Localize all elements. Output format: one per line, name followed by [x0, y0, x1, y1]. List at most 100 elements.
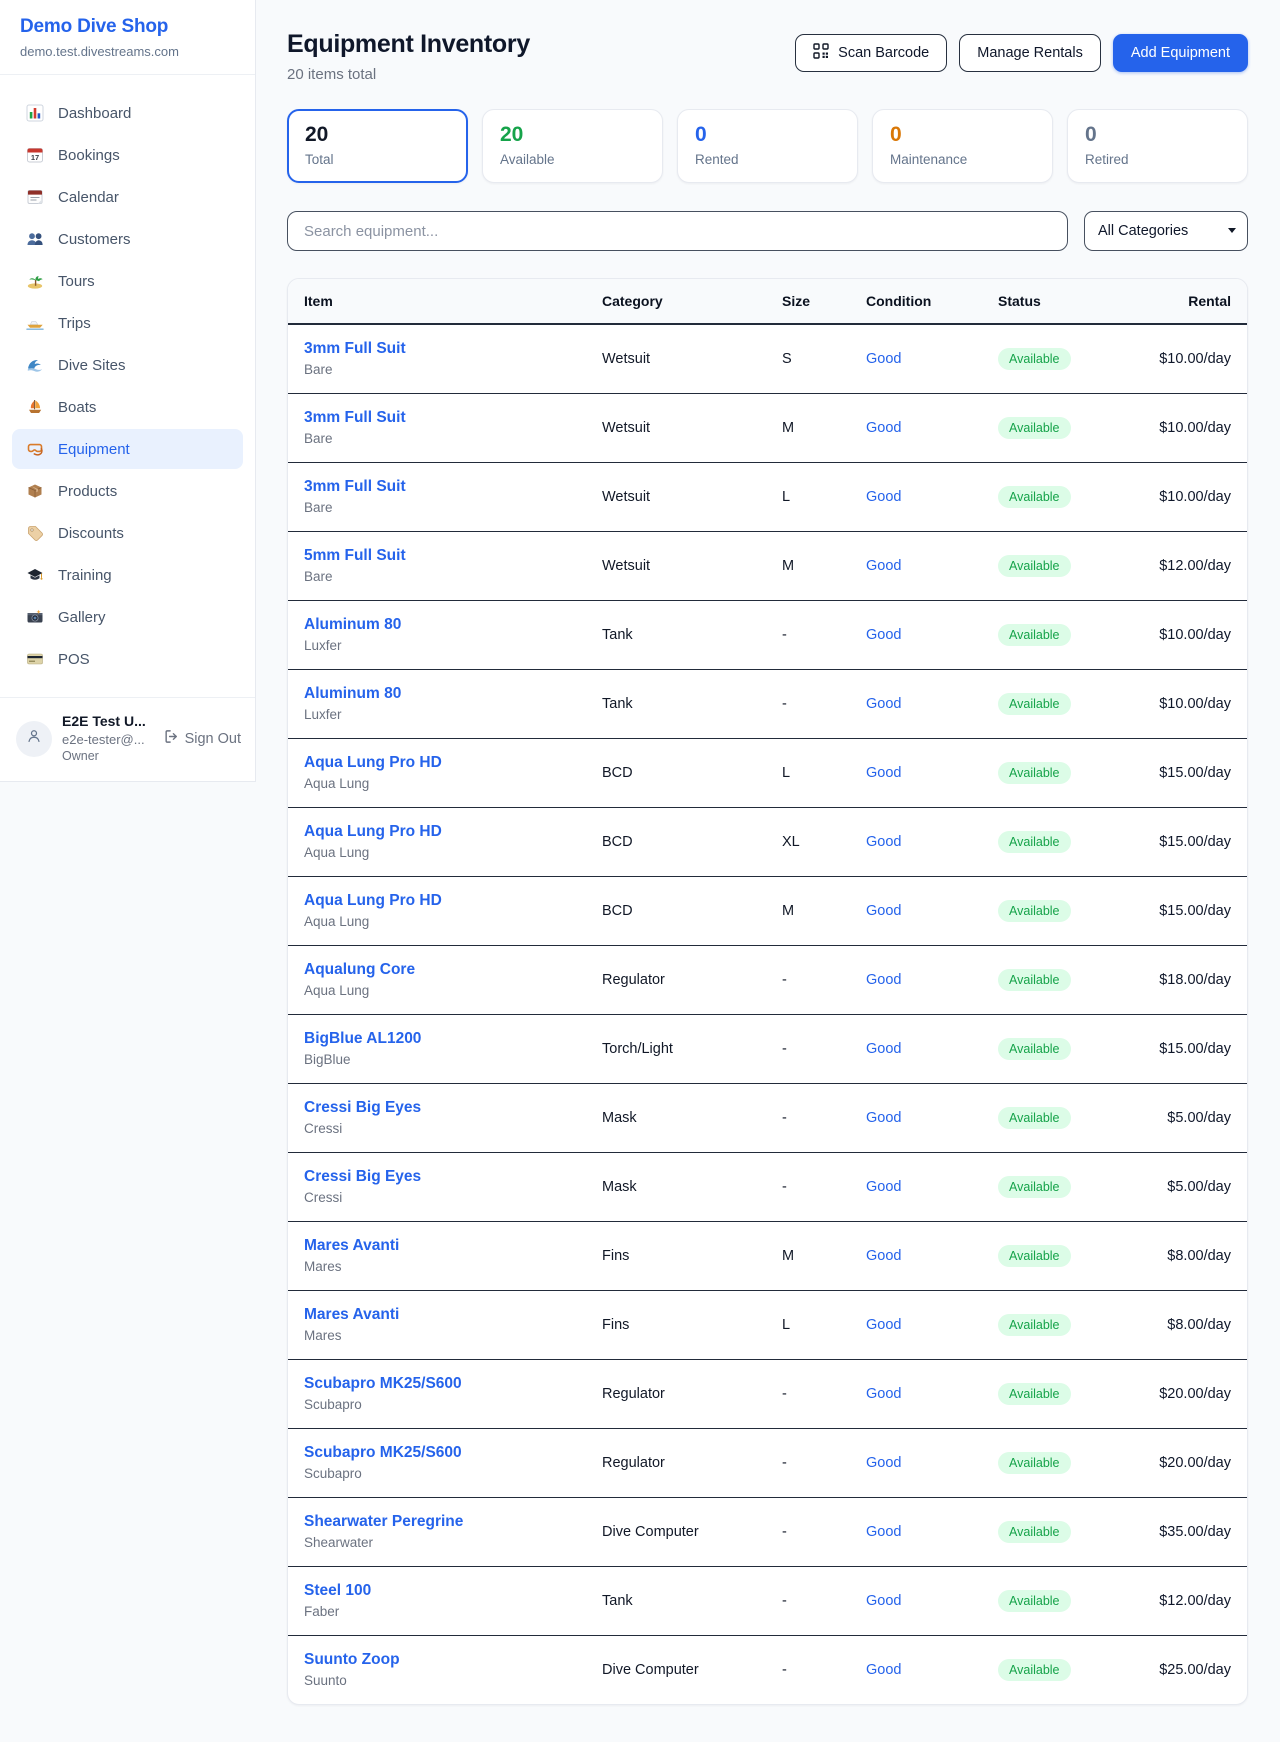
status-badge: Available — [998, 1590, 1071, 1612]
item-cell: Suunto ZoopSuunto — [288, 1635, 586, 1704]
sidebar-item-calendar[interactable]: Calendar — [12, 177, 243, 217]
sidebar-item-label: Boats — [58, 399, 96, 416]
condition-cell: Good — [850, 1014, 982, 1083]
condition-link[interactable]: Good — [866, 696, 901, 712]
item-name-link[interactable]: Aluminum 80 — [304, 616, 570, 634]
add-equipment-button[interactable]: Add Equipment — [1113, 34, 1248, 72]
rental-cell: $15.00/day — [1132, 807, 1247, 876]
tag-icon — [26, 524, 44, 542]
status-cell: Available — [982, 1221, 1132, 1290]
qr-scan-icon — [813, 43, 829, 63]
condition-link[interactable]: Good — [866, 765, 901, 781]
status-badge: Available — [998, 1521, 1071, 1543]
sidebar-item-customers[interactable]: Customers — [12, 219, 243, 259]
condition-link[interactable]: Good — [866, 1110, 901, 1126]
condition-link[interactable]: Good — [866, 1662, 901, 1678]
column-header-item: Item — [288, 279, 586, 324]
item-name-link[interactable]: Steel 100 — [304, 1582, 570, 1600]
table-row: Aqua Lung Pro HDAqua LungBCDLGoodAvailab… — [288, 738, 1247, 807]
item-name-link[interactable]: 5mm Full Suit — [304, 547, 570, 565]
sidebar-item-trips[interactable]: Trips — [12, 303, 243, 343]
item-name-link[interactable]: BigBlue AL1200 — [304, 1030, 570, 1048]
item-brand: Mares — [304, 1259, 570, 1274]
sidebar-item-bookings[interactable]: 17Bookings — [12, 135, 243, 175]
item-name-link[interactable]: Aluminum 80 — [304, 685, 570, 703]
item-name-link[interactable]: Aqualung Core — [304, 961, 570, 979]
condition-link[interactable]: Good — [866, 489, 901, 505]
condition-link[interactable]: Good — [866, 351, 901, 367]
item-name-link[interactable]: 3mm Full Suit — [304, 478, 570, 496]
item-name-link[interactable]: Aqua Lung Pro HD — [304, 892, 570, 910]
motorboat-icon — [26, 314, 44, 332]
manage-rentals-button[interactable]: Manage Rentals — [959, 34, 1101, 72]
condition-link[interactable]: Good — [866, 1248, 901, 1264]
condition-link[interactable]: Good — [866, 834, 901, 850]
item-name-link[interactable]: Mares Avanti — [304, 1237, 570, 1255]
condition-link[interactable]: Good — [866, 1386, 901, 1402]
condition-link[interactable]: Good — [866, 420, 901, 436]
sidebar-item-gallery[interactable]: Gallery — [12, 597, 243, 637]
condition-link[interactable]: Good — [866, 972, 901, 988]
rental-cell: $12.00/day — [1132, 531, 1247, 600]
item-name-link[interactable]: Mares Avanti — [304, 1306, 570, 1324]
sidebar-item-label: Trips — [58, 315, 91, 332]
table-row: Aqualung CoreAqua LungRegulator-GoodAvai… — [288, 945, 1247, 1014]
stat-card-total[interactable]: 20Total — [287, 109, 468, 183]
item-cell: Shearwater PeregrineShearwater — [288, 1497, 586, 1566]
condition-link[interactable]: Good — [866, 1041, 901, 1057]
sidebar-item-products[interactable]: Products — [12, 471, 243, 511]
rental-cell: $10.00/day — [1132, 462, 1247, 531]
item-name-link[interactable]: Cressi Big Eyes — [304, 1099, 570, 1117]
sidebar: Demo Dive Shop demo.test.divestreams.com… — [0, 0, 256, 782]
size-cell: XL — [766, 807, 850, 876]
sidebar-item-dive-sites[interactable]: Dive Sites — [12, 345, 243, 385]
sidebar-item-training[interactable]: Training — [12, 555, 243, 595]
item-name-link[interactable]: Scubapro MK25/S600 — [304, 1444, 570, 1462]
item-name-link[interactable]: Aqua Lung Pro HD — [304, 823, 570, 841]
scan-barcode-button[interactable]: Scan Barcode — [795, 34, 947, 72]
item-name-link[interactable]: 3mm Full Suit — [304, 340, 570, 358]
page: Demo Dive Shop demo.test.divestreams.com… — [0, 0, 1280, 1742]
sidebar-item-label: Bookings — [58, 147, 120, 164]
size-cell: - — [766, 1083, 850, 1152]
rental-cell: $15.00/day — [1132, 738, 1247, 807]
rental-cell: $10.00/day — [1132, 669, 1247, 738]
item-name-link[interactable]: Cressi Big Eyes — [304, 1168, 570, 1186]
sidebar-item-boats[interactable]: Boats — [12, 387, 243, 427]
condition-cell: Good — [850, 807, 982, 876]
item-brand: Scubapro — [304, 1466, 570, 1481]
condition-link[interactable]: Good — [866, 1455, 901, 1471]
item-name-link[interactable]: Scubapro MK25/S600 — [304, 1375, 570, 1393]
condition-link[interactable]: Good — [866, 1524, 901, 1540]
condition-link[interactable]: Good — [866, 903, 901, 919]
stat-card-retired[interactable]: 0Retired — [1067, 109, 1248, 183]
category-filter-select[interactable]: All Categories — [1084, 211, 1248, 251]
item-name-link[interactable]: Suunto Zoop — [304, 1651, 570, 1669]
sidebar-item-dashboard[interactable]: Dashboard — [12, 93, 243, 133]
condition-link[interactable]: Good — [866, 558, 901, 574]
header-actions: Scan Barcode Manage Rentals Add Equipmen… — [795, 34, 1248, 72]
search-input[interactable] — [287, 211, 1068, 251]
island-icon — [26, 272, 44, 290]
item-brand: Luxfer — [304, 707, 570, 722]
item-cell: Cressi Big EyesCressi — [288, 1152, 586, 1221]
sidebar-item-pos[interactable]: POS — [12, 639, 243, 679]
sidebar-item-discounts[interactable]: Discounts — [12, 513, 243, 553]
item-name-link[interactable]: Shearwater Peregrine — [304, 1513, 570, 1531]
item-cell: 5mm Full SuitBare — [288, 531, 586, 600]
stat-card-rented[interactable]: 0Rented — [677, 109, 858, 183]
condition-link[interactable]: Good — [866, 1317, 901, 1333]
condition-link[interactable]: Good — [866, 1593, 901, 1609]
item-name-link[interactable]: 3mm Full Suit — [304, 409, 570, 427]
condition-cell: Good — [850, 669, 982, 738]
stat-card-maintenance[interactable]: 0Maintenance — [872, 109, 1053, 183]
condition-link[interactable]: Good — [866, 627, 901, 643]
stats-cards: 20Total20Available0Rented0Maintenance0Re… — [287, 109, 1248, 183]
sign-out-button[interactable]: Sign Out — [164, 729, 241, 748]
stat-card-available[interactable]: 20Available — [482, 109, 663, 183]
condition-link[interactable]: Good — [866, 1179, 901, 1195]
sidebar-item-equipment[interactable]: Equipment — [12, 429, 243, 469]
item-cell: Mares AvantiMares — [288, 1290, 586, 1359]
item-name-link[interactable]: Aqua Lung Pro HD — [304, 754, 570, 772]
sidebar-item-tours[interactable]: Tours — [12, 261, 243, 301]
